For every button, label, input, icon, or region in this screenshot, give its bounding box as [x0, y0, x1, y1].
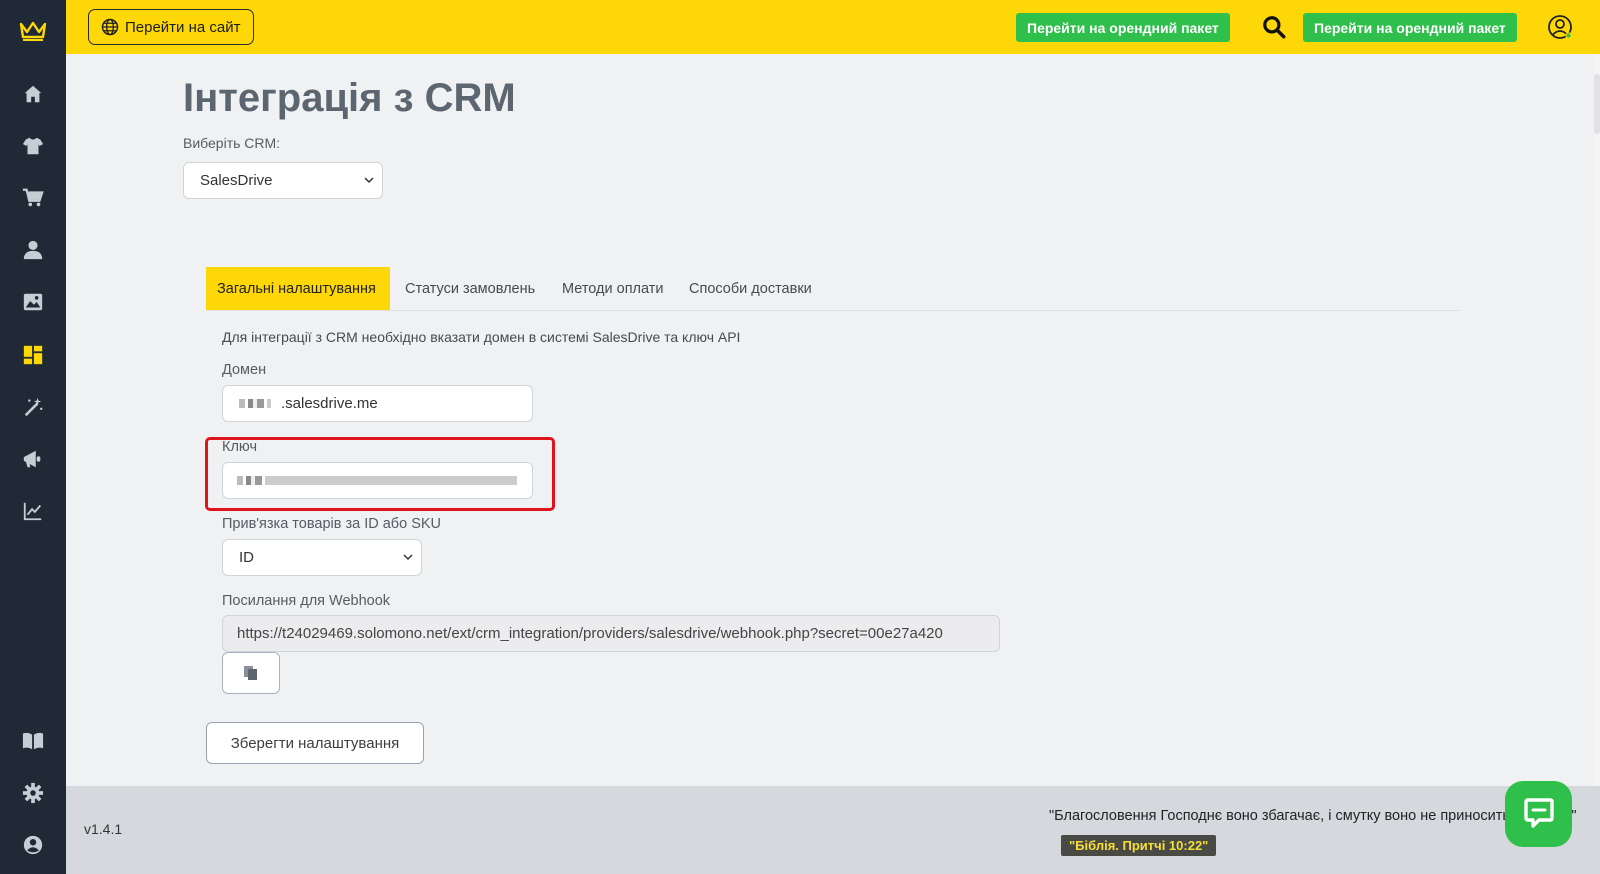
settings-tabs: Загальні налаштування Статуси замовлень … [206, 267, 1460, 311]
magic-wand-icon[interactable] [18, 392, 48, 422]
chevron-down-icon [403, 554, 413, 561]
chat-button[interactable] [1505, 781, 1572, 847]
domain-suffix: .salesdrive.me [281, 395, 378, 412]
copy-webhook-button[interactable] [222, 652, 280, 694]
tab-general-settings[interactable]: Загальні налаштування [206, 267, 390, 310]
api-key-input[interactable] [222, 462, 533, 499]
tshirt-icon[interactable] [18, 131, 48, 161]
copy-icon [244, 666, 257, 680]
gear-icon[interactable] [18, 778, 48, 808]
go-to-site-button[interactable]: Перейти на сайт [88, 9, 254, 45]
chat-icon [1523, 798, 1554, 828]
user-account-icon[interactable] [1546, 13, 1574, 41]
tab-payment-methods[interactable]: Методи оплати [551, 267, 675, 310]
redacted-api-key [237, 476, 517, 485]
product-binding-select[interactable]: ID [222, 539, 422, 576]
footer: v1.4.1 "Благословення Господнє воно збаг… [66, 786, 1600, 874]
save-settings-button[interactable]: Зберегти налаштування [206, 722, 424, 764]
go-to-site-label: Перейти на сайт [125, 18, 241, 36]
scrollbar-thumb[interactable] [1594, 74, 1600, 134]
webhook-url-input[interactable]: https://t24029469.solomono.net/ext/crm_i… [222, 615, 1000, 652]
webhook-url-value: https://t24029469.solomono.net/ext/crm_i… [237, 625, 943, 642]
rent-package-button-1[interactable]: Перейти на орендний пакет [1016, 13, 1230, 42]
crm-select-value: SalesDrive [200, 172, 273, 189]
crm-select[interactable]: SalesDrive [183, 162, 383, 199]
version-label: v1.4.1 [84, 821, 123, 837]
user-icon[interactable] [18, 235, 48, 265]
bible-quote-source: "Біблія. Притчі 10:22" [1061, 835, 1217, 856]
topbar: Перейти на сайт Перейти на орендний паке… [66, 0, 1600, 54]
crown-logo[interactable] [19, 20, 47, 42]
chevron-down-icon [364, 177, 374, 184]
dashboard-icon[interactable] [18, 340, 48, 370]
tab-delivery-methods[interactable]: Способи доставки [678, 267, 823, 310]
book-icon[interactable] [18, 726, 48, 756]
page-scrollbar[interactable] [1594, 54, 1600, 786]
product-binding-value: ID [239, 549, 254, 566]
megaphone-icon[interactable] [18, 444, 48, 474]
domain-input[interactable]: .salesdrive.me [222, 385, 533, 422]
account-circle-icon[interactable] [18, 830, 48, 860]
webhook-label: Посилання для Webhook [222, 593, 391, 609]
product-binding-label: Прив'язка товарів за ID або SKU [222, 516, 442, 532]
redacted-domain [239, 399, 271, 408]
integration-info-text: Для інтеграції з CRM необхідно вказати д… [222, 329, 741, 345]
page-title: Інтеграція з CRM [183, 76, 516, 120]
key-label: Ключ [222, 439, 258, 455]
image-icon[interactable] [18, 287, 48, 317]
cart-icon[interactable] [18, 183, 48, 213]
tab-order-statuses[interactable]: Статуси замовлень [394, 267, 546, 310]
domain-label: Домен [222, 362, 267, 378]
globe-icon [101, 18, 119, 36]
rent-package-button-2[interactable]: Перейти на орендний пакет [1303, 13, 1517, 42]
search-icon[interactable] [1261, 14, 1287, 40]
crm-select-label: Виберіть CRM: [183, 135, 281, 151]
sidebar [0, 0, 66, 874]
chart-line-icon[interactable] [18, 496, 48, 526]
home-icon[interactable] [18, 79, 48, 109]
bible-quote: "Благословення Господнє воно збагачає, і… [1049, 808, 1577, 824]
